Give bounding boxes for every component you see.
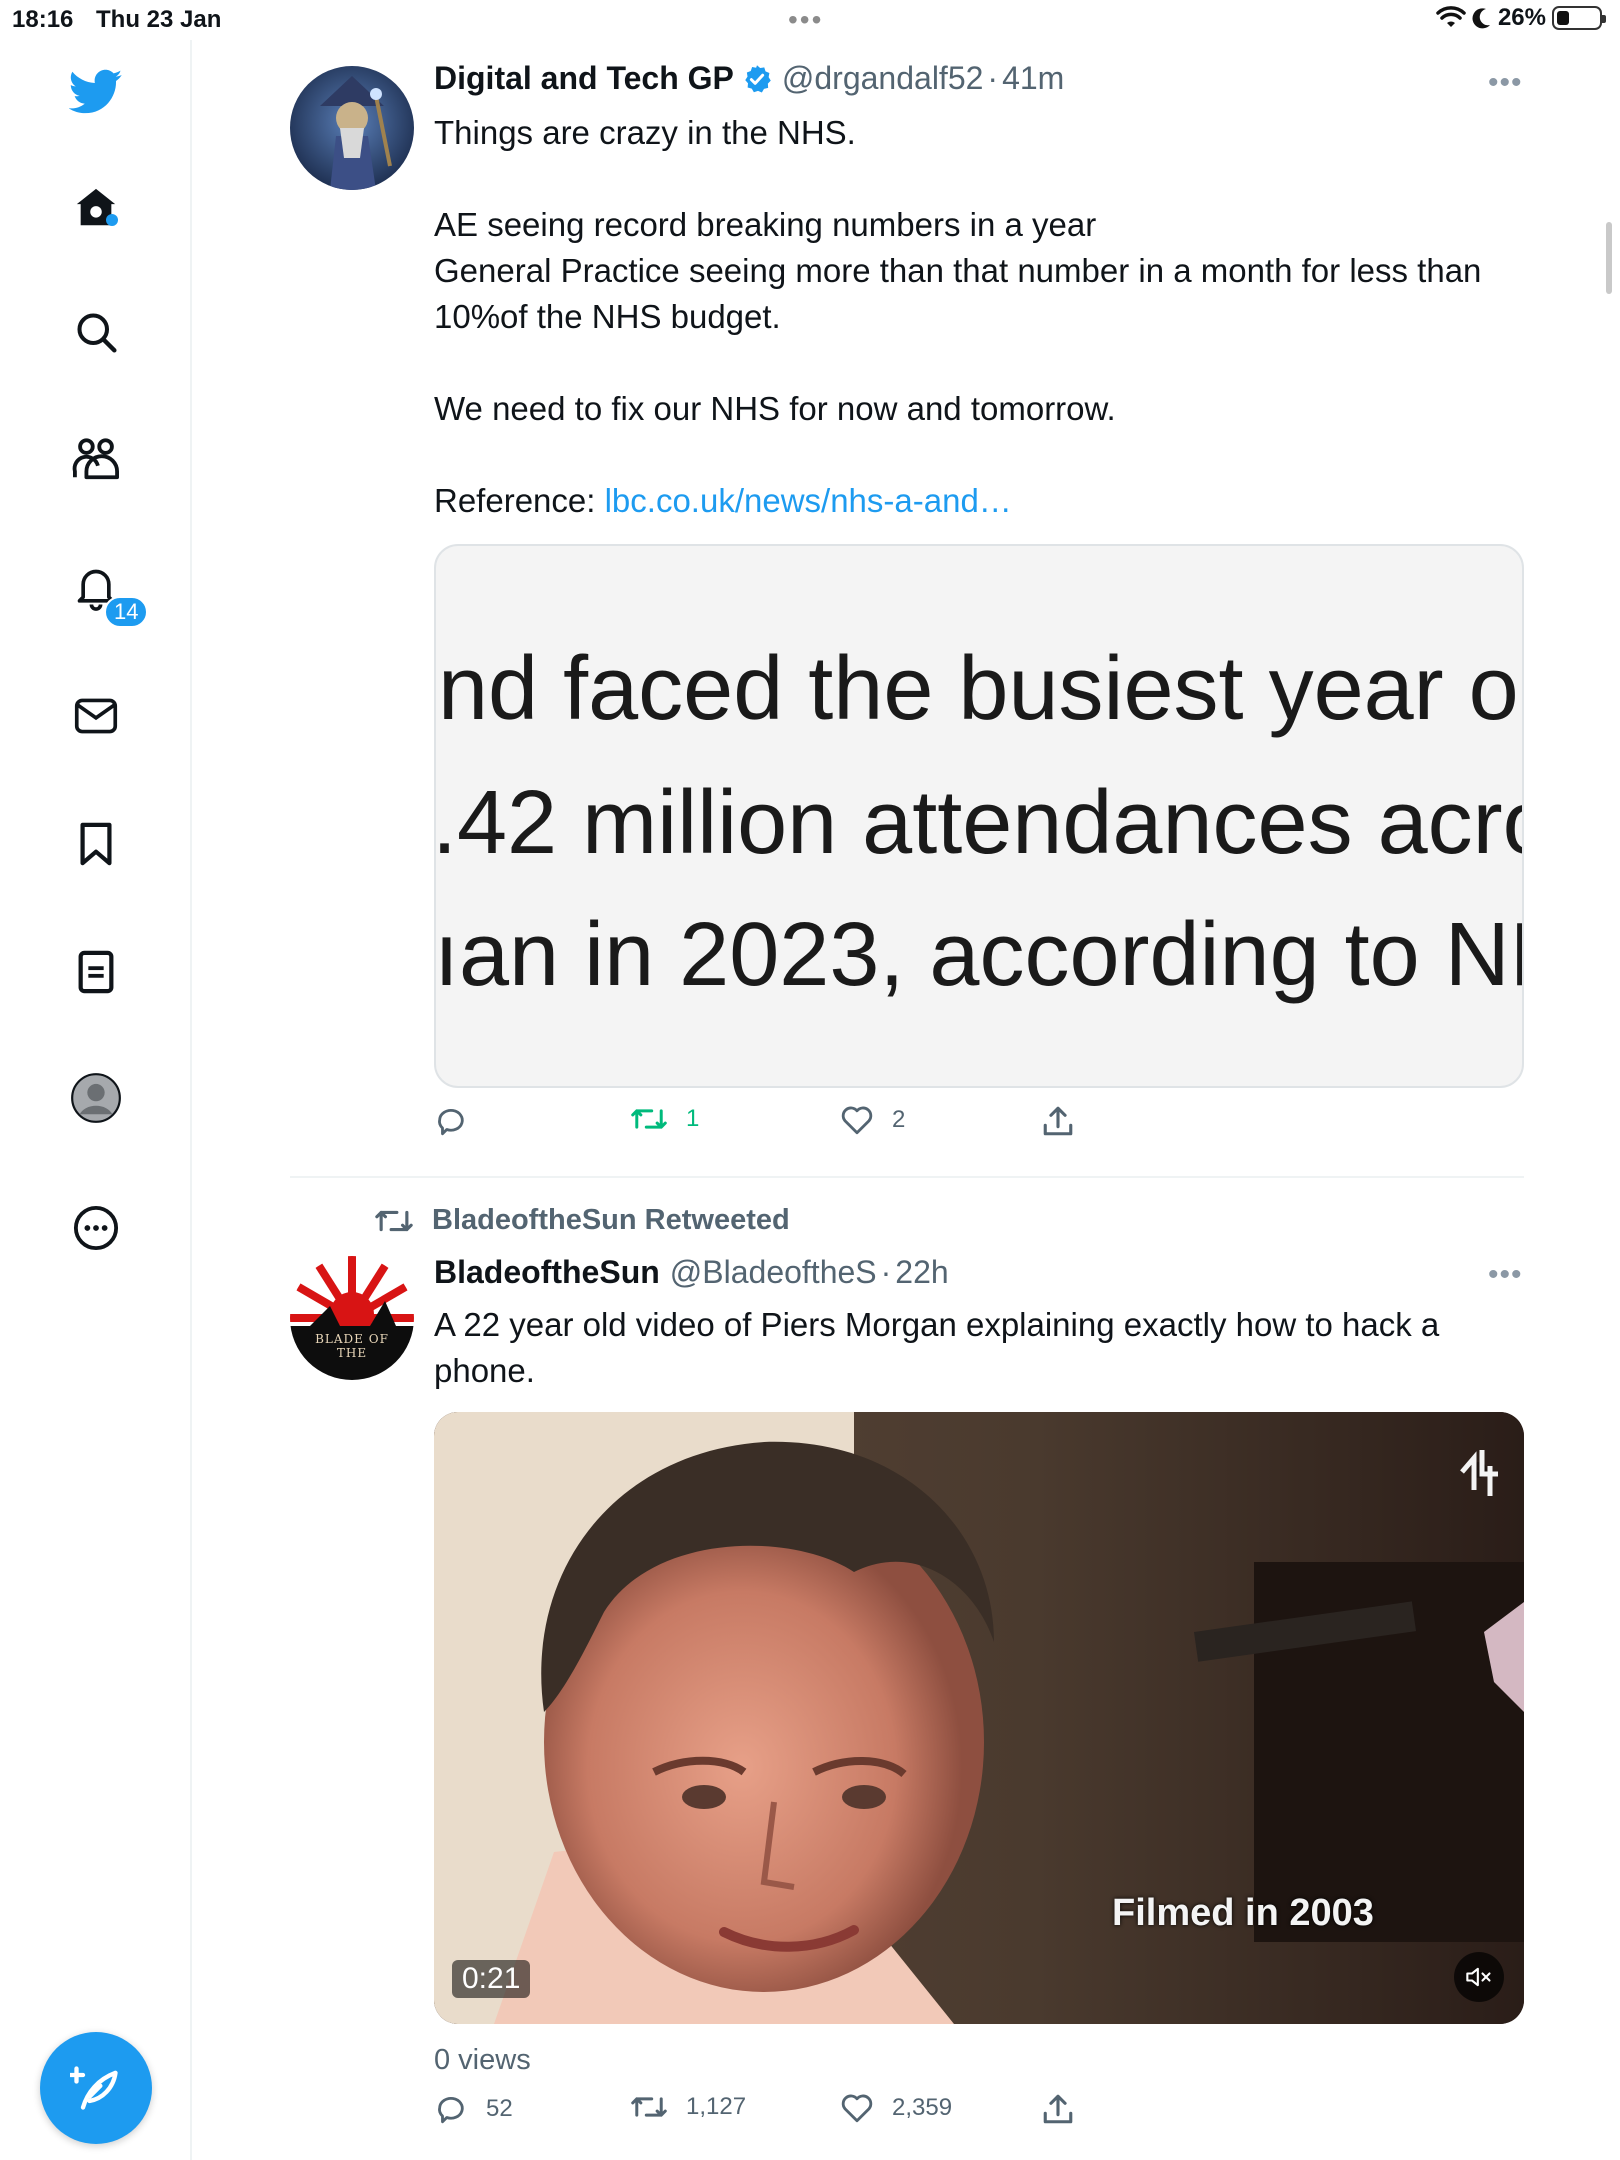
retweet-count: 1,127 [686,2093,747,2120]
retweet-button[interactable]: 1,127 [630,2092,746,2122]
link-card-image[interactable]: nd faced the busiest year or .42 million… [434,544,1524,1088]
home-unread-dot [106,214,118,226]
reference-label: Reference: [434,482,605,519]
card-text-line: .42 million attendances acro [434,773,1524,873]
twitter-bird-icon[interactable] [68,64,124,120]
more-icon[interactable] [68,1200,124,1256]
sidebar: 14 [0,40,192,2160]
share-icon [1043,1106,1073,1136]
tweet-divider [290,1176,1524,1178]
like-button[interactable]: 2,359 [840,2092,952,2124]
battery-icon [1552,6,1606,30]
handle[interactable]: @BladeoftheS [670,1254,877,1291]
communities-icon[interactable] [68,432,124,488]
video-duration: 0:21 [452,1960,531,1998]
avatar-logo-text: BLADE OF THE [315,1332,389,1360]
avatar[interactable]: BLADE OF THE [290,1256,414,1380]
card-text-line: ıan in 2023, according to NH [434,905,1524,1005]
heart-icon [841,2094,873,2123]
like-button[interactable]: 2 [840,1104,905,1136]
like-count: 2 [892,1106,906,1133]
share-button[interactable] [1042,1104,1074,1138]
compose-tweet-button[interactable] [40,2032,152,2144]
home-icon[interactable] [68,180,124,236]
retweet-icon [631,1109,667,1129]
status-date: Thu 23 Jan [96,6,222,33]
lists-icon[interactable] [68,944,124,1000]
reply-count: 52 [486,2095,513,2122]
wifi-icon [1436,6,1466,27]
reply-button[interactable]: 52 [434,2092,513,2126]
verified-badge-icon [745,64,771,92]
status-time: 18:16 [12,6,74,33]
tweet-more-icon[interactable]: ••• [1488,1258,1523,1292]
bookmarks-icon[interactable] [68,816,124,872]
display-name[interactable]: Digital and Tech GP [434,60,734,97]
multitasking-dots-icon[interactable]: ••• [788,4,823,36]
tweet-actions: 1 2 [434,1104,1524,1152]
muted-speaker-icon [1466,1967,1491,1987]
reply-button[interactable] [434,1104,486,1138]
tweet-more-icon[interactable]: ••• [1488,66,1523,100]
handle[interactable]: @drgandalf52 [782,60,984,97]
share-icon [1043,2094,1073,2124]
reply-icon [438,2096,464,2124]
feed-scrollbar[interactable] [1606,222,1612,294]
status-indicators: 26% [1436,4,1606,32]
tweet-header: BladeoftheSun @BladeoftheS · 22h [434,1254,949,1291]
card-text-line: nd faced the busiest year or [438,639,1524,739]
retweeted-by-label[interactable]: BladeoftheSun Retweeted [374,1204,790,1237]
retweet-button[interactable]: 1 [630,1104,699,1134]
search-icon[interactable] [68,304,124,360]
reply-icon [438,1108,464,1136]
timestamp[interactable]: 41m [1002,60,1064,97]
reference-link[interactable]: lbc.co.uk/news/nhs-a-and… [605,482,1012,519]
mute-button[interactable] [1454,1952,1504,2002]
status-bar: 18:16 Thu 23 Jan ••• 26% [0,0,1620,40]
retweet-count: 1 [686,1105,700,1132]
heart-icon [841,1106,873,1135]
tweet-header: Digital and Tech GP @drgandalf52 · 41m [434,60,1065,97]
notification-badge: 14 [104,596,149,628]
display-name[interactable]: BladeoftheSun [434,1254,660,1291]
tweet-text: Things are crazy in the NHS. AE seeing r… [434,114,1482,519]
battery-percent: 26% [1497,4,1546,31]
video-player[interactable]: Filmed in 2003 0:21 [434,1412,1524,2024]
channel-4-logo-icon [1460,1450,1498,1496]
like-count: 2,359 [892,2094,953,2121]
tweet-actions: 52 1,127 2,359 [434,2092,1524,2140]
moon-icon [1472,8,1490,29]
tweet-text: A 22 year old video of Piers Morgan expl… [434,1306,1449,1389]
share-button[interactable] [1042,2092,1074,2126]
profile-icon[interactable] [68,1070,124,1126]
messages-icon[interactable] [68,688,124,744]
view-count: 0 views [434,2044,531,2076]
video-caption: Filmed in 2003 [1112,1892,1374,1934]
retweet-icon [375,1210,413,1231]
retweet-icon [631,2097,667,2117]
avatar[interactable] [290,66,414,190]
compose-feather-icon [70,2066,118,2110]
timestamp[interactable]: 22h [895,1254,948,1291]
